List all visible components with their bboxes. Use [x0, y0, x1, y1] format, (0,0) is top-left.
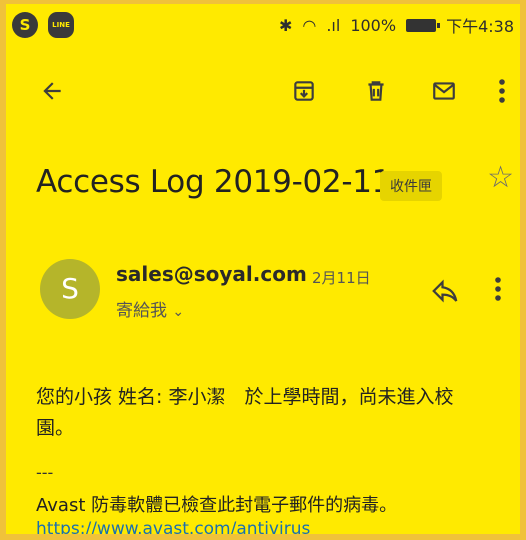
message-more-button[interactable] [494, 276, 502, 306]
email-date: 2月11日 [312, 269, 371, 287]
recipient-details[interactable]: 寄給我 ⌄ [116, 296, 184, 321]
status-bar: S LINE ✱ ◠ .ıl 100% 下午4:38 [6, 4, 520, 44]
clock: 下午4:38 [446, 17, 514, 36]
battery-icon [406, 18, 441, 32]
signature-separator: --- [36, 463, 54, 482]
status-right: ✱ ◠ .ıl 100% 下午4:38 [279, 13, 514, 37]
email-body: 您的小孩 姓名: 李小潔 於上學時間，尚未進入校 園。 [36, 382, 506, 444]
sender-address[interactable]: sales@soyal.com [116, 262, 307, 286]
chevron-down-icon: ⌄ [172, 304, 185, 320]
avatar[interactable]: S [40, 259, 100, 319]
mail-icon [433, 82, 455, 100]
wifi-icon: ◠ [302, 15, 317, 35]
archive-button[interactable] [282, 66, 326, 116]
line-app-icon: LINE [48, 12, 74, 38]
bottom-border [6, 534, 520, 540]
avast-notice: Avast 防毒軟體已檢查此封電子郵件的病毒。 [36, 495, 398, 516]
mark-unread-button[interactable] [422, 66, 466, 116]
email-toolbar [6, 66, 520, 116]
more-options-button[interactable] [490, 66, 514, 116]
body-line: 您的小孩 姓名: 李小潔 於上學時間，尚未進入校 [36, 386, 454, 408]
recipient-label: 寄給我 [116, 301, 167, 321]
email-screen: S LINE ✱ ◠ .ıl 100% 下午4:38 Access Log 20… [0, 0, 526, 540]
inbox-label[interactable]: 收件匣 [380, 171, 442, 201]
signal-icon: .ıl [326, 15, 341, 35]
more-vert-icon [495, 277, 501, 301]
delete-button[interactable] [354, 66, 398, 116]
email-subject: Access Log 2019-02-11 [36, 164, 392, 200]
more-vert-icon [499, 79, 505, 103]
bluetooth-icon: ✱ [278, 15, 293, 35]
trash-icon [368, 81, 384, 101]
star-icon[interactable]: ☆ [487, 160, 514, 195]
reply-icon [432, 279, 458, 303]
reply-button[interactable] [430, 276, 466, 312]
back-button[interactable] [30, 66, 74, 116]
body-line: 園。 [36, 417, 75, 439]
skype-app-icon: S [12, 12, 38, 38]
archive-icon [294, 81, 314, 101]
arrow-left-icon [43, 82, 61, 100]
battery-percent: 100% [350, 15, 397, 35]
